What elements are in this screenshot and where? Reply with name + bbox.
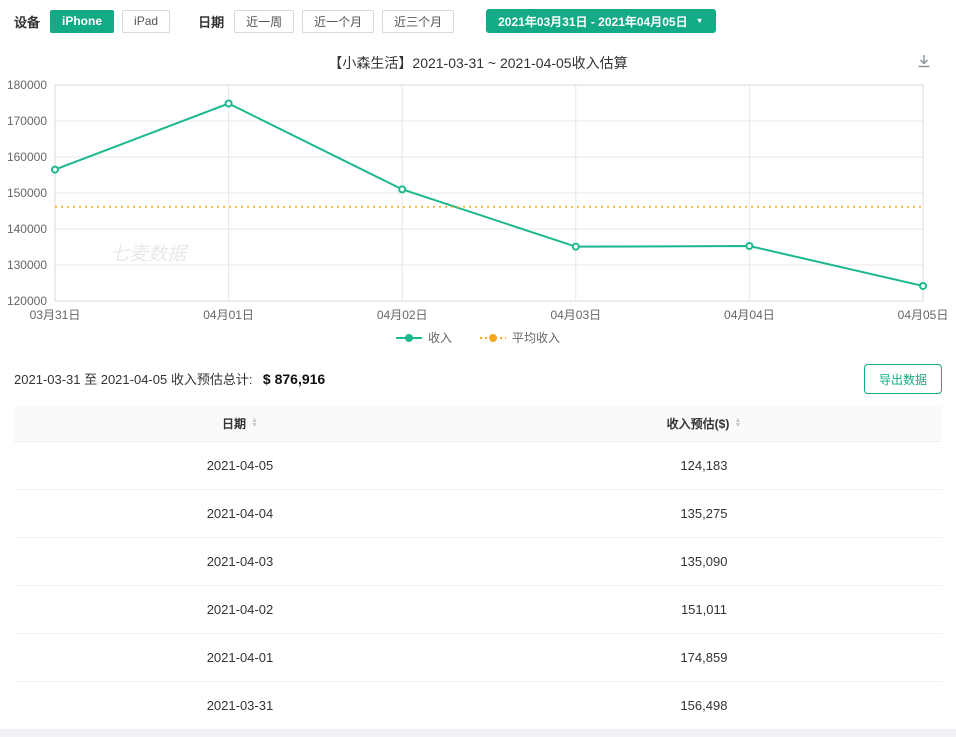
preset-button-week[interactable]: 近一周 xyxy=(234,9,295,33)
summary-total: 2021-03-31 至 2021-04-05 收入预估总计: $ 876,91… xyxy=(14,369,325,389)
cell-date: 2021-04-01 xyxy=(14,633,466,682)
download-chart-button[interactable] xyxy=(916,53,932,72)
chart-header: 【小森生活】2021-03-31 ~ 2021-04-05收入估算 xyxy=(0,53,956,73)
sort-desc-icon: ▼ xyxy=(251,422,258,430)
cell-date: 2021-04-03 xyxy=(14,537,466,586)
date-label: 日期 xyxy=(198,14,225,30)
legend-item-average[interactable]: 平均收入 xyxy=(480,329,560,346)
legend-label: 平均收入 xyxy=(512,331,561,345)
svg-text:04月02日: 04月02日 xyxy=(377,308,428,322)
column-header-date-label: 日期 xyxy=(221,416,246,431)
chart-legend: 收入 平均收入 xyxy=(0,329,956,346)
summary-amount: $ 876,916 xyxy=(262,371,326,387)
chart-title: 【小森生活】2021-03-31 ~ 2021-04-05收入估算 xyxy=(328,55,628,71)
svg-text:140000: 140000 xyxy=(7,222,47,236)
cell-date: 2021-04-02 xyxy=(14,585,466,634)
svg-text:03月31日: 03月31日 xyxy=(30,308,81,322)
legend-item-revenue[interactable]: 收入 xyxy=(395,329,452,346)
download-icon xyxy=(918,55,930,68)
legend-marker-icon xyxy=(480,333,506,342)
column-header-revenue[interactable]: 收入预估($) ▲ ▼ xyxy=(465,406,942,442)
svg-text:04月03日: 04月03日 xyxy=(550,308,601,322)
table-header-row: 日期 ▲ ▼ 收入预估($) ▲ ▼ xyxy=(14,406,942,442)
toolbar: 设备 iPhone iPad 日期 近一周 近一个月 近三个月 2021年03月… xyxy=(0,0,956,33)
export-data-button[interactable]: 导出数据 xyxy=(863,364,942,394)
device-button-iphone[interactable]: iPhone xyxy=(50,9,115,33)
table-row: 2021-03-31 156,498 xyxy=(14,681,942,730)
cell-date: 2021-04-04 xyxy=(14,489,466,538)
sort-desc-icon: ▼ xyxy=(734,422,742,430)
svg-text:160000: 160000 xyxy=(7,150,47,164)
cell-revenue: 174,859 xyxy=(465,633,942,682)
table-row: 2021-04-01 174,859 xyxy=(14,633,942,682)
page-background-strip xyxy=(0,729,956,737)
date-range-picker[interactable]: 2021年03月31日 - 2021年04月05日 ▼ xyxy=(486,9,716,33)
sort-icon: ▲ ▼ xyxy=(251,417,258,430)
column-header-revenue-label: 收入预估($) xyxy=(666,416,730,431)
table-row: 2021-04-04 135,275 xyxy=(14,489,942,538)
date-range-text: 2021年03月31日 - 2021年04月05日 xyxy=(498,14,688,29)
revenue-table: 日期 ▲ ▼ 收入预估($) ▲ ▼ 2021-04-05 124,183 20… xyxy=(14,406,942,730)
svg-text:04月04日: 04月04日 xyxy=(724,308,775,322)
svg-text:120000: 120000 xyxy=(7,294,47,308)
table-row: 2021-04-02 151,011 xyxy=(14,585,942,634)
svg-text:04月01日: 04月01日 xyxy=(203,308,254,322)
cell-revenue: 135,275 xyxy=(465,489,942,538)
legend-label: 收入 xyxy=(427,331,452,345)
preset-button-month[interactable]: 近一个月 xyxy=(302,9,375,33)
svg-text:150000: 150000 xyxy=(7,186,47,200)
device-button-ipad[interactable]: iPad xyxy=(122,9,171,33)
preset-button-3months[interactable]: 近三个月 xyxy=(382,9,455,33)
cell-revenue: 124,183 xyxy=(465,441,942,490)
cell-date: 2021-04-05 xyxy=(14,441,466,490)
sort-icon: ▲ ▼ xyxy=(734,417,742,430)
svg-text:七麦数据: 七麦数据 xyxy=(110,244,189,265)
summary-row: 2021-03-31 至 2021-04-05 收入预估总计: $ 876,91… xyxy=(0,346,956,406)
cell-revenue: 156,498 xyxy=(465,681,942,730)
table-row: 2021-04-05 124,183 xyxy=(14,441,942,490)
cell-date: 2021-03-31 xyxy=(14,681,466,730)
legend-marker-icon xyxy=(395,333,422,342)
cell-revenue: 151,011 xyxy=(465,585,942,634)
svg-text:130000: 130000 xyxy=(7,258,47,272)
column-header-date[interactable]: 日期 ▲ ▼ xyxy=(14,406,466,442)
summary-label: 2021-03-31 至 2021-04-05 收入预估总计: xyxy=(14,372,253,387)
device-label: 设备 xyxy=(14,14,41,30)
revenue-line-chart: 120000 130000 140000 150000 160000 170000 1800… xyxy=(7,78,949,322)
chevron-down-icon: ▼ xyxy=(695,16,704,25)
svg-text:04月05日: 04月05日 xyxy=(898,308,949,322)
svg-text:170000: 170000 xyxy=(7,114,47,128)
svg-text:180000: 180000 xyxy=(7,78,47,92)
cell-revenue: 135,090 xyxy=(465,537,942,586)
table-row: 2021-04-03 135,090 xyxy=(14,537,942,586)
